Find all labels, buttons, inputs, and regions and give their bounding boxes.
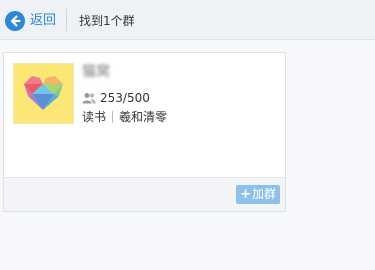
join-label: 加群 (251, 187, 276, 201)
card-footer: + 加群 (4, 177, 285, 211)
group-avatar[interactable] (13, 63, 74, 124)
member-count: 253/500 (82, 90, 150, 106)
plus-icon: + (240, 187, 251, 202)
heart-logo-icon (24, 76, 63, 110)
top-bar: 返回 找到1个群 (0, 0, 375, 40)
tag-item: 羲和清零 (119, 110, 168, 124)
back-label: 返回 (30, 13, 57, 28)
tag-item: 读书 (82, 110, 107, 124)
group-result-card[interactable]: 猫窝 253/500 读书 羲和清零 + 加群 (3, 52, 286, 212)
group-name: 猫窝 (82, 64, 110, 80)
page-title: 找到1个群 (79, 14, 135, 28)
member-count-value: 253/500 (100, 91, 150, 105)
header-divider (66, 9, 67, 31)
group-tags: 读书 羲和清零 (82, 109, 167, 125)
members-icon (82, 93, 96, 104)
join-group-button[interactable]: + 加群 (236, 185, 280, 204)
tag-separator (112, 111, 114, 123)
back-button[interactable]: 返回 (5, 10, 56, 32)
back-arrow-icon (5, 11, 25, 31)
